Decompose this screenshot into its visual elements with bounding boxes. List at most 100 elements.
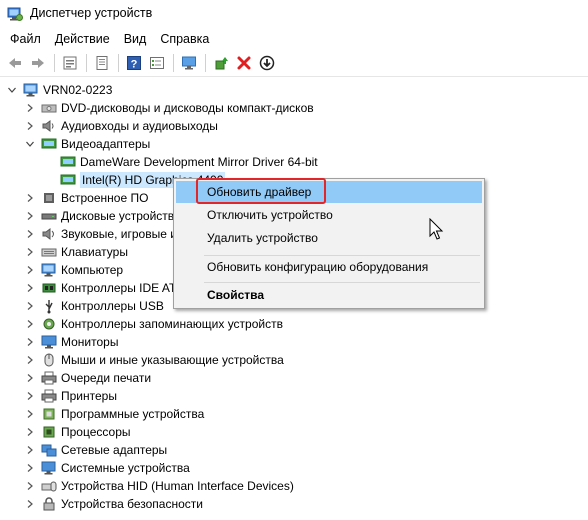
menu-help[interactable]: Справка <box>153 29 216 49</box>
security-device-icon <box>41 496 57 512</box>
chevron-down-icon[interactable] <box>6 84 18 96</box>
scan-hardware-menu-item[interactable]: Обновить конфигурацию оборудования <box>176 256 482 278</box>
tree-item[interactable]: Системные устройства <box>24 459 190 477</box>
chevron-right-icon[interactable] <box>24 210 36 222</box>
tree-item[interactable]: Очереди печати <box>24 369 151 387</box>
tree-item-label: Устройства HID (Human Interface Devices) <box>61 479 294 493</box>
tree-child-item[interactable]: DameWare Development Mirror Driver 64-bi… <box>60 153 318 171</box>
menu-view[interactable]: Вид <box>117 29 154 49</box>
tree-item[interactable]: Мыши и иные указывающие устройства <box>24 351 284 369</box>
chevron-right-icon[interactable] <box>24 264 36 276</box>
update-icon[interactable] <box>91 52 113 74</box>
toolbar-separator <box>118 54 119 72</box>
sound-icon <box>41 226 57 242</box>
tree-item-label: Системные устройства <box>61 461 190 475</box>
chevron-right-icon[interactable] <box>24 300 36 312</box>
computer-icon <box>41 262 57 278</box>
tree-root[interactable]: VRN02-0223 <box>6 81 112 99</box>
chevron-right-icon[interactable] <box>24 282 36 294</box>
scan-icon[interactable] <box>178 52 200 74</box>
menu-bar: Файл Действие Вид Справка <box>0 28 588 50</box>
chevron-right-icon[interactable] <box>24 228 36 240</box>
download-icon[interactable] <box>256 52 278 74</box>
chevron-right-icon[interactable] <box>24 318 36 330</box>
tree-item[interactable]: Принтеры <box>24 387 117 405</box>
device-manager-icon <box>7 6 23 22</box>
software-device-icon <box>41 406 57 422</box>
properties-menu-item[interactable]: Свойства <box>176 284 482 306</box>
tree-item-label: DameWare Development Mirror Driver 64-bi… <box>80 155 318 169</box>
tree-item-label: Дисковые устройства <box>61 209 181 223</box>
uninstall-icon[interactable] <box>233 52 255 74</box>
chevron-right-icon[interactable] <box>24 444 36 456</box>
chevron-right-icon[interactable] <box>24 192 36 204</box>
display-adapter-icon <box>60 154 76 170</box>
forward-icon[interactable] <box>27 52 49 74</box>
ide-controller-icon <box>41 280 57 296</box>
keyboard-icon <box>41 244 57 260</box>
usb-icon <box>41 298 57 314</box>
disk-drive-icon <box>41 208 57 224</box>
tree-item[interactable]: Мониторы <box>24 333 118 351</box>
tree-item[interactable]: Аудиовходы и аудиовыходы <box>24 117 218 135</box>
tree-item[interactable]: Контроллеры USB <box>24 297 164 315</box>
chevron-right-icon[interactable] <box>24 354 36 366</box>
system-device-icon <box>41 460 57 476</box>
toolbar: ? <box>0 50 588 77</box>
tree-item-label: Принтеры <box>61 389 117 403</box>
toolbar-separator <box>54 54 55 72</box>
tree-item[interactable]: DVD-дисководы и дисководы компакт-дисков <box>24 99 314 117</box>
chevron-right-icon[interactable] <box>24 462 36 474</box>
tree-item[interactable]: Контроллеры запоминающих устройств <box>24 315 283 333</box>
toolbar-separator <box>205 54 206 72</box>
tree-item-label: Устройства безопасности <box>61 497 203 511</box>
enable-icon[interactable] <box>210 52 232 74</box>
print-queue-icon <box>41 370 57 386</box>
tree-item[interactable]: Видеоадаптеры <box>24 135 150 153</box>
chevron-right-icon[interactable] <box>24 390 36 402</box>
context-menu: Обновить драйвер Отключить устройство Уд… <box>173 178 485 309</box>
chevron-right-icon[interactable] <box>24 372 36 384</box>
hid-icon <box>41 478 57 494</box>
tree-item-label: Сетевые адаптеры <box>61 443 168 457</box>
tree-item[interactable]: Устройства HID (Human Interface Devices) <box>24 477 294 495</box>
speaker-icon <box>41 118 57 134</box>
view-icon[interactable] <box>146 52 168 74</box>
chevron-right-icon[interactable] <box>24 336 36 348</box>
chevron-right-icon[interactable] <box>24 102 36 114</box>
chevron-right-icon[interactable] <box>24 426 36 438</box>
tree-item-label: Очереди печати <box>61 371 152 385</box>
chevron-right-icon[interactable] <box>24 498 36 510</box>
chevron-right-icon[interactable] <box>24 120 36 132</box>
chevron-right-icon[interactable] <box>24 480 36 492</box>
tree-item-label: Программные устройства <box>61 407 205 421</box>
menu-action[interactable]: Действие <box>48 29 117 49</box>
tree-item-label: Процессоры <box>61 425 131 439</box>
tree-item[interactable]: Клавиатуры <box>24 243 128 261</box>
tree-item[interactable]: Процессоры <box>24 423 131 441</box>
tree-item-label: Контроллеры USB <box>61 299 164 313</box>
chevron-down-icon[interactable] <box>24 138 36 150</box>
properties-icon[interactable] <box>59 52 81 74</box>
tree-item[interactable]: Устройства безопасности <box>24 495 203 513</box>
help-icon[interactable]: ? <box>123 52 145 74</box>
menu-file[interactable]: Файл <box>3 29 48 49</box>
display-adapter-icon <box>60 172 76 188</box>
chevron-right-icon[interactable] <box>24 246 36 258</box>
processor-icon <box>41 424 57 440</box>
tree-item[interactable]: Программные устройства <box>24 405 204 423</box>
tree-item[interactable]: Компьютер <box>24 261 123 279</box>
toolbar-separator <box>173 54 174 72</box>
tree-item-label: Встроенное ПО <box>61 191 149 205</box>
tree-item[interactable]: Дисковые устройства <box>24 207 181 225</box>
tree-item-label: Видеоадаптеры <box>61 137 151 151</box>
tree-item-label: Контроллеры запоминающих устройств <box>61 317 283 331</box>
update-driver-menu-item[interactable]: Обновить драйвер <box>176 181 482 203</box>
tree-item[interactable]: Встроенное ПО <box>24 189 148 207</box>
tree-item[interactable]: Сетевые адаптеры <box>24 441 167 459</box>
mouse-cursor-icon <box>429 217 445 242</box>
tree-root-label: VRN02-0223 <box>43 83 113 97</box>
chevron-right-icon[interactable] <box>24 408 36 420</box>
network-adapter-icon <box>41 442 57 458</box>
back-icon[interactable] <box>4 52 26 74</box>
